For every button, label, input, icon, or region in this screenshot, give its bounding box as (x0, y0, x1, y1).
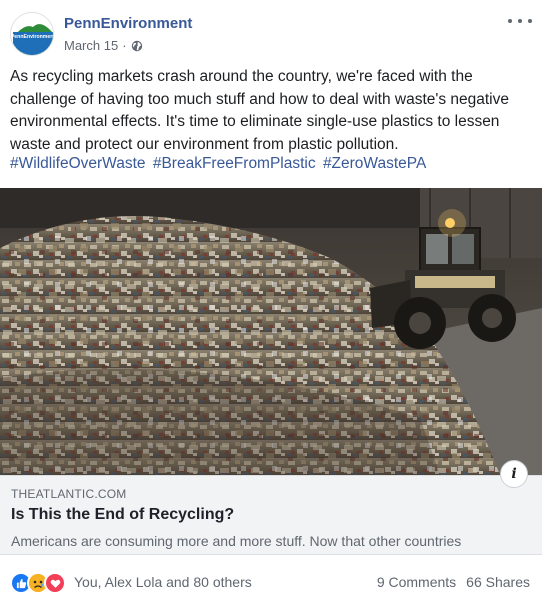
more-options-button[interactable] (508, 12, 532, 30)
post-header: PennEnvironment PennEnvironment March 15… (0, 0, 542, 62)
penn-environment-logo: PennEnvironment (11, 13, 54, 55)
engagement-counts: 9 Comments 66 Shares (377, 574, 530, 590)
svg-text:PennEnvironment: PennEnvironment (11, 34, 54, 40)
link-title[interactable]: Is This the End of Recycling? (11, 506, 234, 524)
more-dot (528, 19, 532, 23)
globe-icon[interactable] (131, 40, 143, 52)
post-date[interactable]: March 15 (64, 38, 118, 53)
page-name-link[interactable]: PennEnvironment (64, 15, 192, 32)
shares-count[interactable]: 66 Shares (466, 574, 530, 590)
hashtag-list: #WildlifeOverWaste #BreakFreeFromPlastic… (10, 155, 429, 173)
facebook-post: PennEnvironment PennEnvironment March 15… (0, 0, 542, 607)
info-icon[interactable]: i (500, 460, 528, 488)
hashtag-link[interactable]: #BreakFreeFromPlastic (153, 155, 316, 172)
more-dot (518, 19, 522, 23)
link-preview-image[interactable] (0, 188, 542, 475)
link-domain: THEATLANTIC.COM (11, 487, 127, 501)
link-description: Americans are consuming more and more st… (11, 533, 462, 549)
meta-separator: · (122, 38, 127, 53)
post-meta: March 15 · (64, 38, 143, 53)
comments-count[interactable]: 9 Comments (377, 574, 456, 590)
recycling-pile-photo (0, 188, 542, 475)
page-avatar[interactable]: PennEnvironment (10, 12, 54, 56)
reaction-names[interactable]: You, Alex Lola and 80 others (74, 574, 252, 590)
reaction-icons[interactable] (10, 572, 66, 594)
post-footer: You, Alex Lola and 80 others 9 Comments … (0, 560, 542, 607)
love-reaction-icon (44, 572, 66, 594)
hashtag-link[interactable]: #WildlifeOverWaste (10, 155, 146, 172)
hashtag-link[interactable]: #ZeroWastePA (323, 155, 426, 172)
more-dot (508, 19, 512, 23)
post-text: As recycling markets crash around the co… (10, 68, 509, 153)
link-preview-card[interactable]: THEATLANTIC.COM Is This the End of Recyc… (0, 475, 542, 555)
